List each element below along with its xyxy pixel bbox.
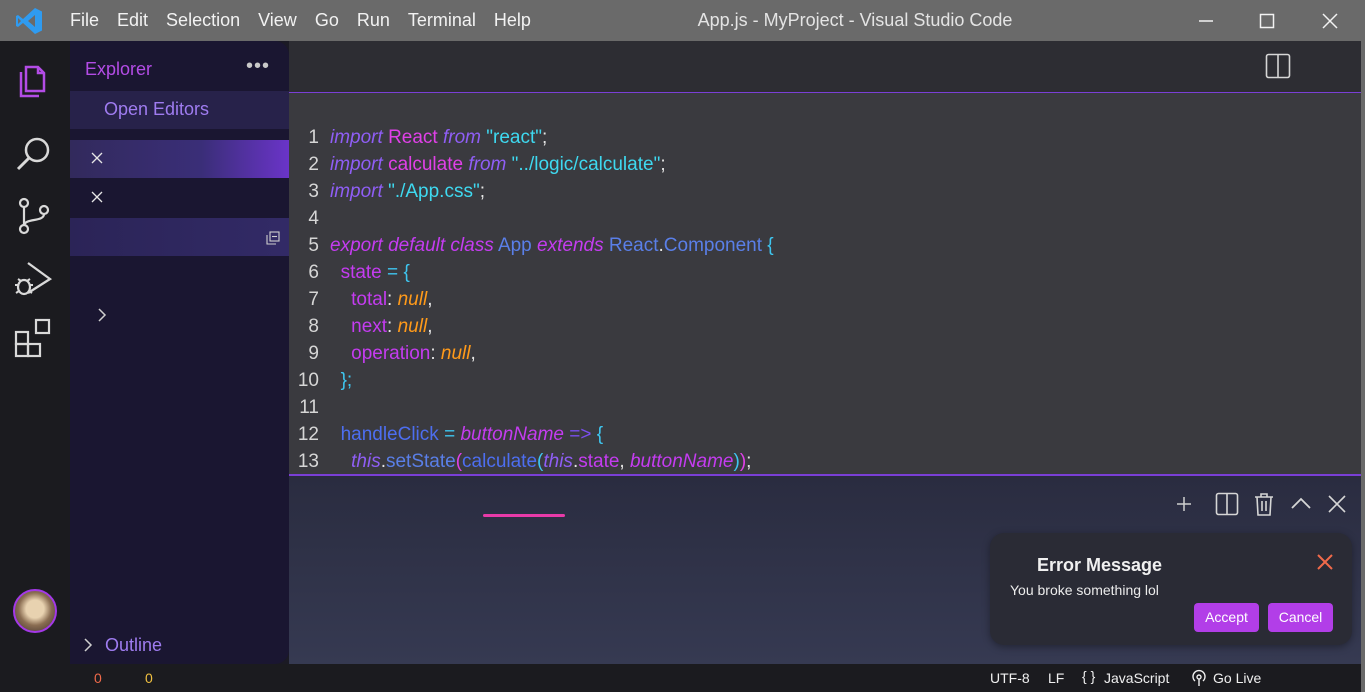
collapse-folders-icon[interactable] xyxy=(266,231,280,245)
menu-edit[interactable]: Edit xyxy=(117,10,148,31)
menu-terminal[interactable]: Terminal xyxy=(408,10,476,31)
open-editors-section[interactable]: Open Editors xyxy=(70,91,289,129)
code-line: 4 xyxy=(289,205,774,232)
sidebar-title: Explorer xyxy=(85,59,153,79)
source-control-icon[interactable] xyxy=(14,196,54,236)
menu-help[interactable]: Help xyxy=(494,10,531,31)
code-lines: 1 import React from "react"; 2 import calc… xyxy=(289,124,774,474)
line-number: 6 xyxy=(308,262,319,283)
line-number: 10 xyxy=(297,370,319,391)
menu-selection[interactable]: Selection xyxy=(166,10,240,31)
search-icon[interactable] xyxy=(14,133,54,173)
line-number: 4 xyxy=(308,208,319,229)
code-line: 2 import calculate from "../logic/calcula… xyxy=(289,151,774,178)
code-line: 3 import "./App.css"; xyxy=(289,178,774,205)
chevron-right-icon[interactable] xyxy=(96,307,108,323)
close-panel-icon[interactable] xyxy=(1325,492,1349,516)
split-editor-icon[interactable] xyxy=(1265,53,1291,79)
extensions-icon[interactable] xyxy=(14,318,54,358)
maximize-panel-icon[interactable] xyxy=(1289,492,1313,516)
menu-view[interactable]: View xyxy=(258,10,297,31)
go-live-button[interactable]: Go Live xyxy=(1213,670,1261,686)
code-line: 8 next: null, xyxy=(289,313,774,340)
language-icon: { } xyxy=(1082,668,1096,684)
code-line: 11 xyxy=(289,394,774,421)
code-line: 10 }; xyxy=(289,367,774,394)
menu-file[interactable]: File xyxy=(70,10,99,31)
minimize-icon xyxy=(1199,19,1213,22)
line-number: 3 xyxy=(308,181,319,202)
cancel-button[interactable]: Cancel xyxy=(1268,603,1333,632)
error-count[interactable]: 0 xyxy=(94,670,102,686)
line-number: 8 xyxy=(308,316,319,337)
title-bar: File Edit Selection View Go Run Terminal… xyxy=(0,0,1365,41)
code-line: 9 operation: null, xyxy=(289,340,774,367)
window-border xyxy=(1361,0,1365,692)
menu-go[interactable]: Go xyxy=(315,10,339,31)
error-notification: Error Message You broke something lol Ac… xyxy=(990,533,1352,645)
language-mode[interactable]: JavaScript xyxy=(1104,670,1169,686)
explorer-sidebar: Explorer ••• Open Editors Outline xyxy=(70,41,289,664)
close-window-button[interactable] xyxy=(1300,0,1360,41)
close-icon xyxy=(1322,12,1338,29)
menu-bar: File Edit Selection View Go Run Terminal… xyxy=(70,0,549,41)
chevron-right-icon xyxy=(84,638,93,652)
line-number: 2 xyxy=(308,154,319,175)
open-editors-label: Open Editors xyxy=(104,99,210,119)
code-line: 1 import React from "react"; xyxy=(289,124,774,151)
code-editor[interactable]: 1 import React from "react"; 2 import calc… xyxy=(289,93,1361,474)
close-notification-icon[interactable] xyxy=(1316,553,1334,571)
broadcast-icon xyxy=(1192,669,1206,686)
editor-tab-strip xyxy=(289,41,1361,94)
new-terminal-icon[interactable] xyxy=(1172,492,1196,516)
close-editor-icon[interactable] xyxy=(91,191,103,203)
minimize-button[interactable] xyxy=(1176,0,1236,41)
code-line: 5 export default class App extends React.… xyxy=(289,232,773,259)
line-number: 5 xyxy=(308,235,319,256)
code-line: 12 handleClick = buttonName => { xyxy=(289,421,774,448)
more-actions-icon[interactable]: ••• xyxy=(246,55,270,78)
open-editor-item[interactable] xyxy=(70,179,289,217)
activity-bar xyxy=(0,41,70,664)
warning-count[interactable]: 0 xyxy=(145,670,153,686)
project-folder-header[interactable] xyxy=(70,218,289,256)
explorer-icon[interactable] xyxy=(14,59,54,99)
notification-message: You broke something lol xyxy=(1010,582,1159,598)
menu-run[interactable]: Run xyxy=(357,10,390,31)
maximize-icon xyxy=(1259,13,1275,28)
maximize-button[interactable] xyxy=(1237,0,1297,41)
encoding-indicator[interactable]: UTF-8 xyxy=(990,670,1030,686)
active-panel-tab-indicator[interactable] xyxy=(483,514,565,517)
outline-label: Outline xyxy=(105,635,163,655)
line-number: 11 xyxy=(299,397,319,418)
code-line: 7 total: null, xyxy=(289,286,774,313)
line-number: 12 xyxy=(297,424,319,445)
eol-indicator[interactable]: LF xyxy=(1048,670,1064,686)
close-editor-icon[interactable] xyxy=(91,152,103,164)
run-debug-icon[interactable] xyxy=(14,259,54,299)
line-number: 13 xyxy=(297,451,319,472)
line-number: 9 xyxy=(308,343,319,364)
code-line: 6 state = { xyxy=(289,259,774,286)
open-editor-item[interactable] xyxy=(70,140,289,178)
outline-section[interactable]: Outline xyxy=(70,633,289,659)
account-avatar[interactable] xyxy=(13,589,57,633)
vscode-logo-icon xyxy=(16,8,42,34)
code-line: 13 this.setState(calculate(this.state, b… xyxy=(289,448,774,474)
split-terminal-icon[interactable] xyxy=(1215,492,1239,516)
trash-icon[interactable] xyxy=(1252,492,1276,516)
line-number: 1 xyxy=(308,127,319,148)
status-bar: 0 0 UTF-8 LF { } JavaScript Go Live xyxy=(0,664,1365,692)
accept-button[interactable]: Accept xyxy=(1194,603,1259,632)
notification-title: Error Message xyxy=(1037,555,1163,575)
line-number: 7 xyxy=(308,289,319,310)
